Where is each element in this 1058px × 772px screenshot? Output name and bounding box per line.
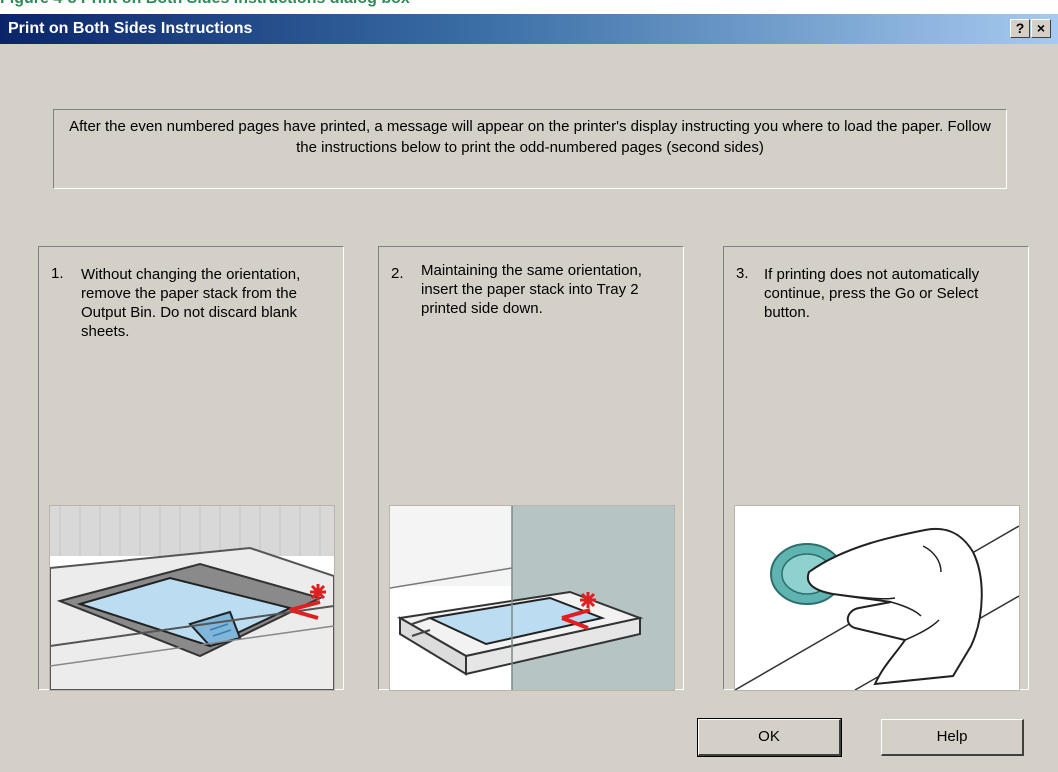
step-number: 1. <box>51 265 64 282</box>
close-button[interactable]: × <box>1031 19 1051 38</box>
step-text: Without changing the orientation, remove… <box>81 266 301 340</box>
step-number: 3. <box>736 265 749 282</box>
step-panel-2: 2. Maintaining the same orientation, ins… <box>378 246 684 691</box>
step-text: Maintaining the same orientation, insert… <box>421 262 642 317</box>
window-title: Print on Both Sides Instructions <box>8 20 253 37</box>
close-icon: × <box>1036 20 1046 36</box>
tray-2-icon <box>390 506 674 690</box>
help-button[interactable]: Help <box>881 719 1024 756</box>
help-question-button[interactable]: ? <box>1010 19 1030 38</box>
go-button-illustration <box>734 505 1020 691</box>
cut-off-caption: Figure 4-8 Print on Both Sides Instructi… <box>0 0 1058 14</box>
tray-2-illustration <box>389 505 675 691</box>
step-text: If printing does not automatically conti… <box>764 266 980 321</box>
ok-button[interactable]: OK <box>697 718 842 757</box>
print-both-sides-dialog: Print on Both Sides Instructions ? × Aft… <box>0 14 1058 772</box>
step-number: 2. <box>391 265 404 282</box>
intro-text: After the even numbered pages have print… <box>69 118 991 156</box>
cut-off-caption-text: Figure 4-8 Print on Both Sides Instructi… <box>0 0 410 8</box>
output-bin-icon <box>50 506 334 690</box>
step-panel-1: 1. Without changing the orientation, rem… <box>38 246 344 691</box>
step-panel-3: 3. If printing does not automatically co… <box>723 246 1029 691</box>
question-mark-icon: ? <box>1015 20 1025 36</box>
title-bar: Print on Both Sides Instructions ? × <box>0 14 1058 44</box>
finger-press-icon <box>735 506 1019 690</box>
intro-box: After the even numbered pages have print… <box>53 109 1007 189</box>
output-bin-illustration <box>49 505 335 691</box>
